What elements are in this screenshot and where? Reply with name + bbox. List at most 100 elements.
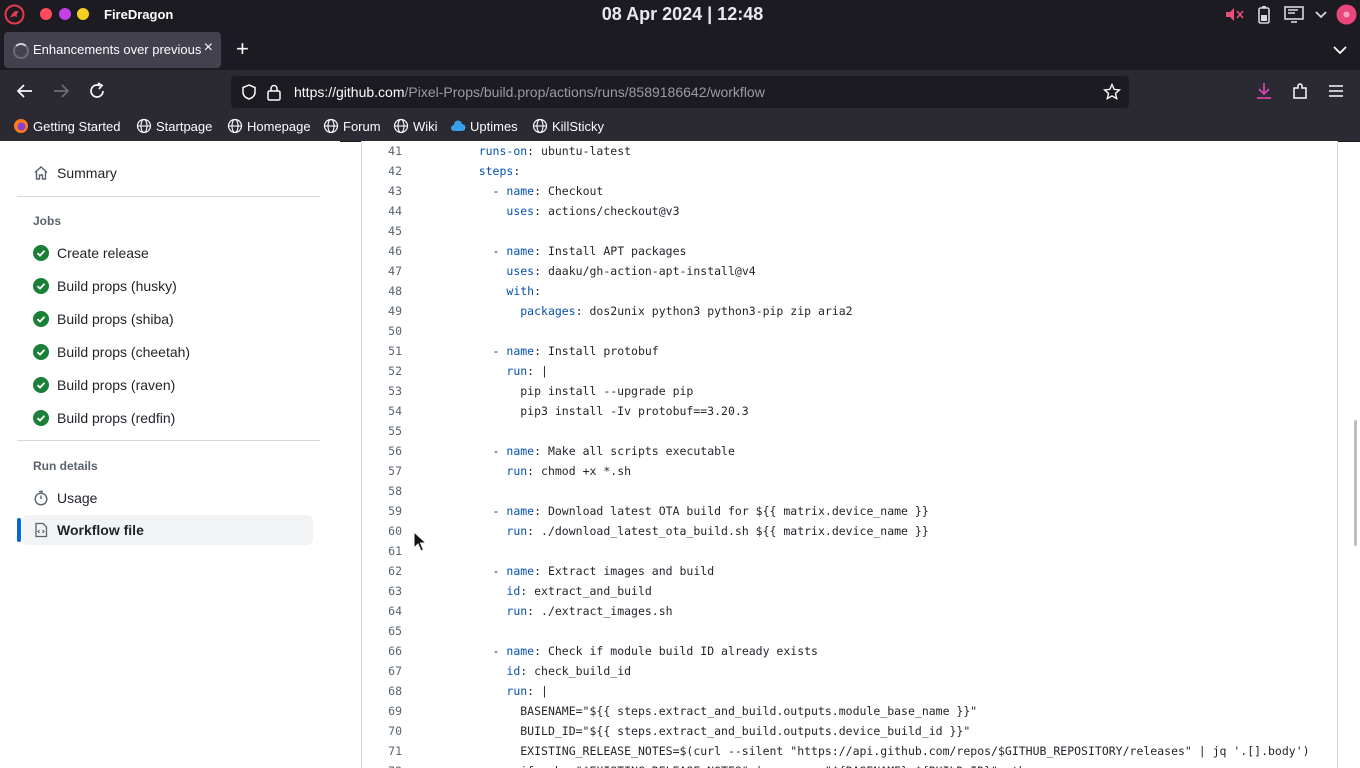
shield-icon[interactable] <box>240 83 258 101</box>
line-number[interactable]: 56 <box>362 441 402 461</box>
line-number[interactable]: 55 <box>362 421 402 441</box>
yaml-key: name <box>506 644 535 658</box>
line-number[interactable]: 45 <box>362 221 402 241</box>
line-number[interactable]: 57 <box>362 461 402 481</box>
line-number[interactable]: 44 <box>362 201 402 221</box>
forward-arrow-icon[interactable] <box>51 81 71 101</box>
line-number[interactable]: 50 <box>362 321 402 341</box>
line-number[interactable]: 64 <box>362 601 402 621</box>
window-close-dot[interactable] <box>40 8 52 20</box>
bookmark-forum[interactable]: Forum <box>323 117 381 135</box>
line-number[interactable]: 54 <box>362 401 402 421</box>
monitor-icon[interactable] <box>1284 5 1304 24</box>
back-arrow-icon[interactable] <box>15 81 35 101</box>
line-number[interactable]: 52 <box>362 361 402 381</box>
line-number[interactable]: 69 <box>362 701 402 721</box>
yaml-value: if echo "$EXISTING_RELEASE_NOTES" | grep… <box>520 764 1039 768</box>
line-number[interactable]: 71 <box>362 741 402 761</box>
line-number[interactable]: 47 <box>362 261 402 281</box>
sidebar-job-create-release[interactable]: Create release <box>33 241 149 265</box>
yaml-key: run <box>506 464 528 478</box>
sidebar-job-redfin[interactable]: Build props (redfin) <box>33 406 175 430</box>
line-number[interactable]: 49 <box>362 301 402 321</box>
system-clock[interactable]: 08 Apr 2024 | 12:48 <box>560 4 805 25</box>
line-content: run: | <box>451 681 548 701</box>
extensions-puzzle-icon[interactable] <box>1290 81 1310 101</box>
list-all-tabs-icon[interactable] <box>1331 41 1349 59</box>
url-text[interactable]: https://github.com/Pixel-Props/build.pro… <box>294 84 765 100</box>
line-number[interactable]: 46 <box>362 241 402 261</box>
line-number[interactable]: 61 <box>362 541 402 561</box>
battery-icon[interactable] <box>1257 5 1271 24</box>
navigation-bar: https://github.com/Pixel-Props/build.pro… <box>0 70 1360 112</box>
line-number[interactable]: 43 <box>362 181 402 201</box>
volume-muted-icon[interactable] <box>1224 5 1244 24</box>
bookmark-wiki[interactable]: Wiki <box>393 117 438 135</box>
yaml-separator: : <box>513 164 521 178</box>
yaml-key: with <box>506 284 535 298</box>
yaml-separator: : <box>575 304 590 318</box>
run-details-heading: Run details <box>33 459 98 473</box>
hamburger-menu-icon[interactable] <box>1326 81 1346 101</box>
window-minimize-dot[interactable] <box>59 8 71 20</box>
line-number[interactable]: 51 <box>362 341 402 361</box>
yaml-key: name <box>506 244 535 258</box>
address-bar[interactable]: https://github.com/Pixel-Props/build.pro… <box>231 76 1129 108</box>
code-line: 56 - name: Make all scripts executable <box>362 441 1337 461</box>
user-avatar-icon[interactable] <box>1336 4 1357 25</box>
line-number[interactable]: 48 <box>362 281 402 301</box>
success-check-icon <box>33 410 49 426</box>
firedragon-logo-icon[interactable] <box>4 4 25 25</box>
line-number[interactable]: 42 <box>362 161 402 181</box>
line-number[interactable]: 68 <box>362 681 402 701</box>
bookmark-getting-started[interactable]: Getting Started <box>13 117 120 135</box>
yaml-key: name <box>506 504 535 518</box>
line-number[interactable]: 72 <box>362 761 402 768</box>
workflow-file-code-view[interactable]: 41 runs-on: ubuntu-latest 42 steps: 43 - n… <box>361 141 1338 768</box>
line-number[interactable]: 63 <box>362 581 402 601</box>
line-number[interactable]: 53 <box>362 381 402 401</box>
yaml-separator: : <box>534 184 548 198</box>
sidebar-job-husky[interactable]: Build props (husky) <box>33 274 177 298</box>
tab-close-icon[interactable]: × <box>204 39 213 57</box>
line-number[interactable]: 58 <box>362 481 402 501</box>
sidebar-job-raven[interactable]: Build props (raven) <box>33 373 175 397</box>
line-content: - name: Extract images and build <box>451 561 715 581</box>
tab-active[interactable]: Enhancements over previous × <box>4 32 221 68</box>
sidebar-job-shiba[interactable]: Build props (shiba) <box>33 307 174 331</box>
sidebar-item-usage[interactable]: Usage <box>33 486 97 510</box>
lock-icon[interactable] <box>266 83 282 101</box>
line-number[interactable]: 70 <box>362 721 402 741</box>
sidebar-item-label: Build props (cheetah) <box>57 344 191 360</box>
sidebar-item-summary[interactable]: Summary <box>33 161 117 185</box>
code-line: 49 packages: dos2unix python3 python3-pi… <box>362 301 1337 321</box>
new-tab-button[interactable]: + <box>236 37 249 61</box>
line-number[interactable]: 59 <box>362 501 402 521</box>
bookmark-killsticky[interactable]: KillSticky <box>532 117 604 135</box>
sidebar-job-cheetah[interactable]: Build props (cheetah) <box>33 340 190 364</box>
yaml-value: Extract images and build <box>547 564 715 578</box>
reload-icon[interactable] <box>87 81 107 101</box>
line-content: with: <box>451 281 541 301</box>
line-number[interactable]: 62 <box>362 561 402 581</box>
line-number[interactable]: 66 <box>362 641 402 661</box>
line-number[interactable]: 65 <box>362 621 402 641</box>
line-number[interactable]: 67 <box>362 661 402 681</box>
line-number[interactable]: 60 <box>362 521 402 541</box>
line-number[interactable]: 41 <box>362 141 402 161</box>
downloads-icon[interactable] <box>1254 81 1274 101</box>
bookmark-uptimes[interactable]: Uptimes <box>450 117 518 135</box>
page-scrollbar-thumb[interactable] <box>1354 420 1357 546</box>
url-host: https://github.com <box>294 84 405 100</box>
chevron-down-icon[interactable] <box>1314 5 1328 24</box>
window-maximize-dot[interactable] <box>77 8 89 20</box>
bookmark-homepage[interactable]: Homepage <box>227 117 311 135</box>
bookmark-startpage[interactable]: Startpage <box>136 117 212 135</box>
sidebar-item-workflow-file[interactable]: Workflow file <box>33 518 144 542</box>
bookmark-star-icon[interactable] <box>1103 83 1121 101</box>
